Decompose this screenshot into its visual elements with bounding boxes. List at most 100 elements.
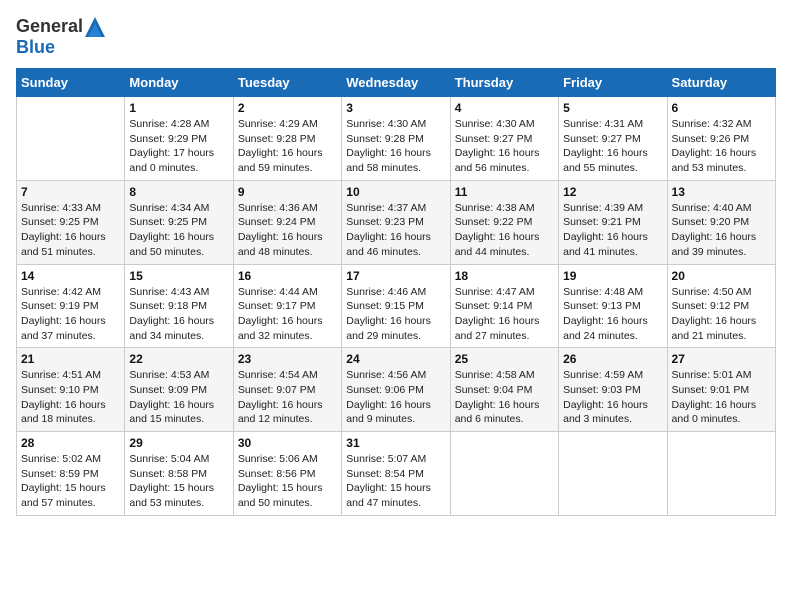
day-info: Sunrise: 4:50 AM Sunset: 9:12 PM Dayligh… [672,285,771,344]
day-number: 16 [238,269,337,283]
calendar-cell: 17 Sunrise: 4:46 AM Sunset: 9:15 PM Dayli… [342,264,450,348]
page-header: GeneralBlue [16,16,776,58]
calendar-cell: 7 Sunrise: 4:33 AM Sunset: 9:25 PM Daylig… [17,180,125,264]
calendar-body: 1 Sunrise: 4:28 AM Sunset: 9:29 PM Daylig… [17,97,776,516]
calendar-cell [450,432,558,516]
day-number: 18 [455,269,554,283]
calendar-cell: 21 Sunrise: 4:51 AM Sunset: 9:10 PM Dayli… [17,348,125,432]
calendar-cell: 8 Sunrise: 4:34 AM Sunset: 9:25 PM Daylig… [125,180,233,264]
day-number: 31 [346,436,445,450]
day-number: 5 [563,101,662,115]
calendar-cell: 4 Sunrise: 4:30 AM Sunset: 9:27 PM Daylig… [450,97,558,181]
day-number: 28 [21,436,120,450]
day-info: Sunrise: 4:36 AM Sunset: 9:24 PM Dayligh… [238,201,337,260]
day-number: 23 [238,352,337,366]
day-info: Sunrise: 4:29 AM Sunset: 9:28 PM Dayligh… [238,117,337,176]
header-day-thursday: Thursday [450,69,558,97]
calendar-header: SundayMondayTuesdayWednesdayThursdayFrid… [17,69,776,97]
day-number: 4 [455,101,554,115]
day-number: 12 [563,185,662,199]
day-info: Sunrise: 4:59 AM Sunset: 9:03 PM Dayligh… [563,368,662,427]
day-number: 3 [346,101,445,115]
day-number: 10 [346,185,445,199]
day-info: Sunrise: 4:33 AM Sunset: 9:25 PM Dayligh… [21,201,120,260]
header-day-friday: Friday [559,69,667,97]
day-info: Sunrise: 5:07 AM Sunset: 8:54 PM Dayligh… [346,452,445,511]
day-info: Sunrise: 4:38 AM Sunset: 9:22 PM Dayligh… [455,201,554,260]
day-info: Sunrise: 4:30 AM Sunset: 9:27 PM Dayligh… [455,117,554,176]
week-row-1: 1 Sunrise: 4:28 AM Sunset: 9:29 PM Daylig… [17,97,776,181]
week-row-5: 28 Sunrise: 5:02 AM Sunset: 8:59 PM Dayli… [17,432,776,516]
day-info: Sunrise: 4:39 AM Sunset: 9:21 PM Dayligh… [563,201,662,260]
day-info: Sunrise: 4:56 AM Sunset: 9:06 PM Dayligh… [346,368,445,427]
calendar-cell: 29 Sunrise: 5:04 AM Sunset: 8:58 PM Dayli… [125,432,233,516]
calendar-cell: 19 Sunrise: 4:48 AM Sunset: 9:13 PM Dayli… [559,264,667,348]
header-row: SundayMondayTuesdayWednesdayThursdayFrid… [17,69,776,97]
calendar-cell [17,97,125,181]
day-number: 6 [672,101,771,115]
day-info: Sunrise: 4:48 AM Sunset: 9:13 PM Dayligh… [563,285,662,344]
calendar-cell: 12 Sunrise: 4:39 AM Sunset: 9:21 PM Dayli… [559,180,667,264]
day-info: Sunrise: 4:46 AM Sunset: 9:15 PM Dayligh… [346,285,445,344]
day-number: 22 [129,352,228,366]
calendar-cell: 18 Sunrise: 4:47 AM Sunset: 9:14 PM Dayli… [450,264,558,348]
day-number: 29 [129,436,228,450]
header-day-monday: Monday [125,69,233,97]
calendar-cell: 31 Sunrise: 5:07 AM Sunset: 8:54 PM Dayli… [342,432,450,516]
day-info: Sunrise: 5:06 AM Sunset: 8:56 PM Dayligh… [238,452,337,511]
day-info: Sunrise: 4:28 AM Sunset: 9:29 PM Dayligh… [129,117,228,176]
day-number: 26 [563,352,662,366]
day-number: 8 [129,185,228,199]
calendar-cell: 23Sunrise: 4:54 AM Sunset: 9:07 PM Dayli… [233,348,341,432]
day-info: Sunrise: 5:04 AM Sunset: 8:58 PM Dayligh… [129,452,228,511]
calendar-cell: 28 Sunrise: 5:02 AM Sunset: 8:59 PM Dayli… [17,432,125,516]
calendar-cell: 1 Sunrise: 4:28 AM Sunset: 9:29 PM Daylig… [125,97,233,181]
day-number: 21 [21,352,120,366]
calendar-cell: 22Sunrise: 4:53 AM Sunset: 9:09 PM Dayli… [125,348,233,432]
day-info: Sunrise: 4:42 AM Sunset: 9:19 PM Dayligh… [21,285,120,344]
day-number: 9 [238,185,337,199]
logo-icon [85,17,105,37]
day-number: 11 [455,185,554,199]
day-number: 17 [346,269,445,283]
day-info: Sunrise: 4:51 AM Sunset: 9:10 PM Dayligh… [21,368,120,427]
day-number: 24 [346,352,445,366]
day-info: Sunrise: 4:31 AM Sunset: 9:27 PM Dayligh… [563,117,662,176]
header-day-wednesday: Wednesday [342,69,450,97]
day-number: 19 [563,269,662,283]
calendar-cell [667,432,775,516]
week-row-4: 21 Sunrise: 4:51 AM Sunset: 9:10 PM Dayli… [17,348,776,432]
day-info: Sunrise: 5:02 AM Sunset: 8:59 PM Dayligh… [21,452,120,511]
calendar-cell [559,432,667,516]
day-info: Sunrise: 4:44 AM Sunset: 9:17 PM Dayligh… [238,285,337,344]
calendar-cell: 26 Sunrise: 4:59 AM Sunset: 9:03 PM Dayli… [559,348,667,432]
day-info: Sunrise: 4:37 AM Sunset: 9:23 PM Dayligh… [346,201,445,260]
calendar-cell: 13Sunrise: 4:40 AM Sunset: 9:20 PM Dayli… [667,180,775,264]
header-day-saturday: Saturday [667,69,775,97]
day-info: Sunrise: 4:30 AM Sunset: 9:28 PM Dayligh… [346,117,445,176]
calendar-cell: 20Sunrise: 4:50 AM Sunset: 9:12 PM Dayli… [667,264,775,348]
day-info: Sunrise: 4:43 AM Sunset: 9:18 PM Dayligh… [129,285,228,344]
calendar-cell: 5 Sunrise: 4:31 AM Sunset: 9:27 PM Daylig… [559,97,667,181]
day-info: Sunrise: 4:32 AM Sunset: 9:26 PM Dayligh… [672,117,771,176]
day-number: 13 [672,185,771,199]
week-row-3: 14 Sunrise: 4:42 AM Sunset: 9:19 PM Dayli… [17,264,776,348]
calendar-cell: 14 Sunrise: 4:42 AM Sunset: 9:19 PM Dayli… [17,264,125,348]
day-number: 14 [21,269,120,283]
calendar-cell: 24 Sunrise: 4:56 AM Sunset: 9:06 PM Dayli… [342,348,450,432]
calendar-cell: 2Sunrise: 4:29 AM Sunset: 9:28 PM Daylig… [233,97,341,181]
day-number: 1 [129,101,228,115]
day-info: Sunrise: 4:34 AM Sunset: 9:25 PM Dayligh… [129,201,228,260]
day-number: 30 [238,436,337,450]
calendar-cell: 9 Sunrise: 4:36 AM Sunset: 9:24 PM Daylig… [233,180,341,264]
day-info: Sunrise: 4:47 AM Sunset: 9:14 PM Dayligh… [455,285,554,344]
day-info: Sunrise: 4:58 AM Sunset: 9:04 PM Dayligh… [455,368,554,427]
calendar-cell: 16 Sunrise: 4:44 AM Sunset: 9:17 PM Dayli… [233,264,341,348]
calendar-cell: 25Sunrise: 4:58 AM Sunset: 9:04 PM Dayli… [450,348,558,432]
calendar-cell: 6 Sunrise: 4:32 AM Sunset: 9:26 PM Daylig… [667,97,775,181]
calendar-cell: 27Sunrise: 5:01 AM Sunset: 9:01 PM Dayli… [667,348,775,432]
day-number: 7 [21,185,120,199]
calendar-cell: 15Sunrise: 4:43 AM Sunset: 9:18 PM Dayli… [125,264,233,348]
day-number: 27 [672,352,771,366]
week-row-2: 7 Sunrise: 4:33 AM Sunset: 9:25 PM Daylig… [17,180,776,264]
